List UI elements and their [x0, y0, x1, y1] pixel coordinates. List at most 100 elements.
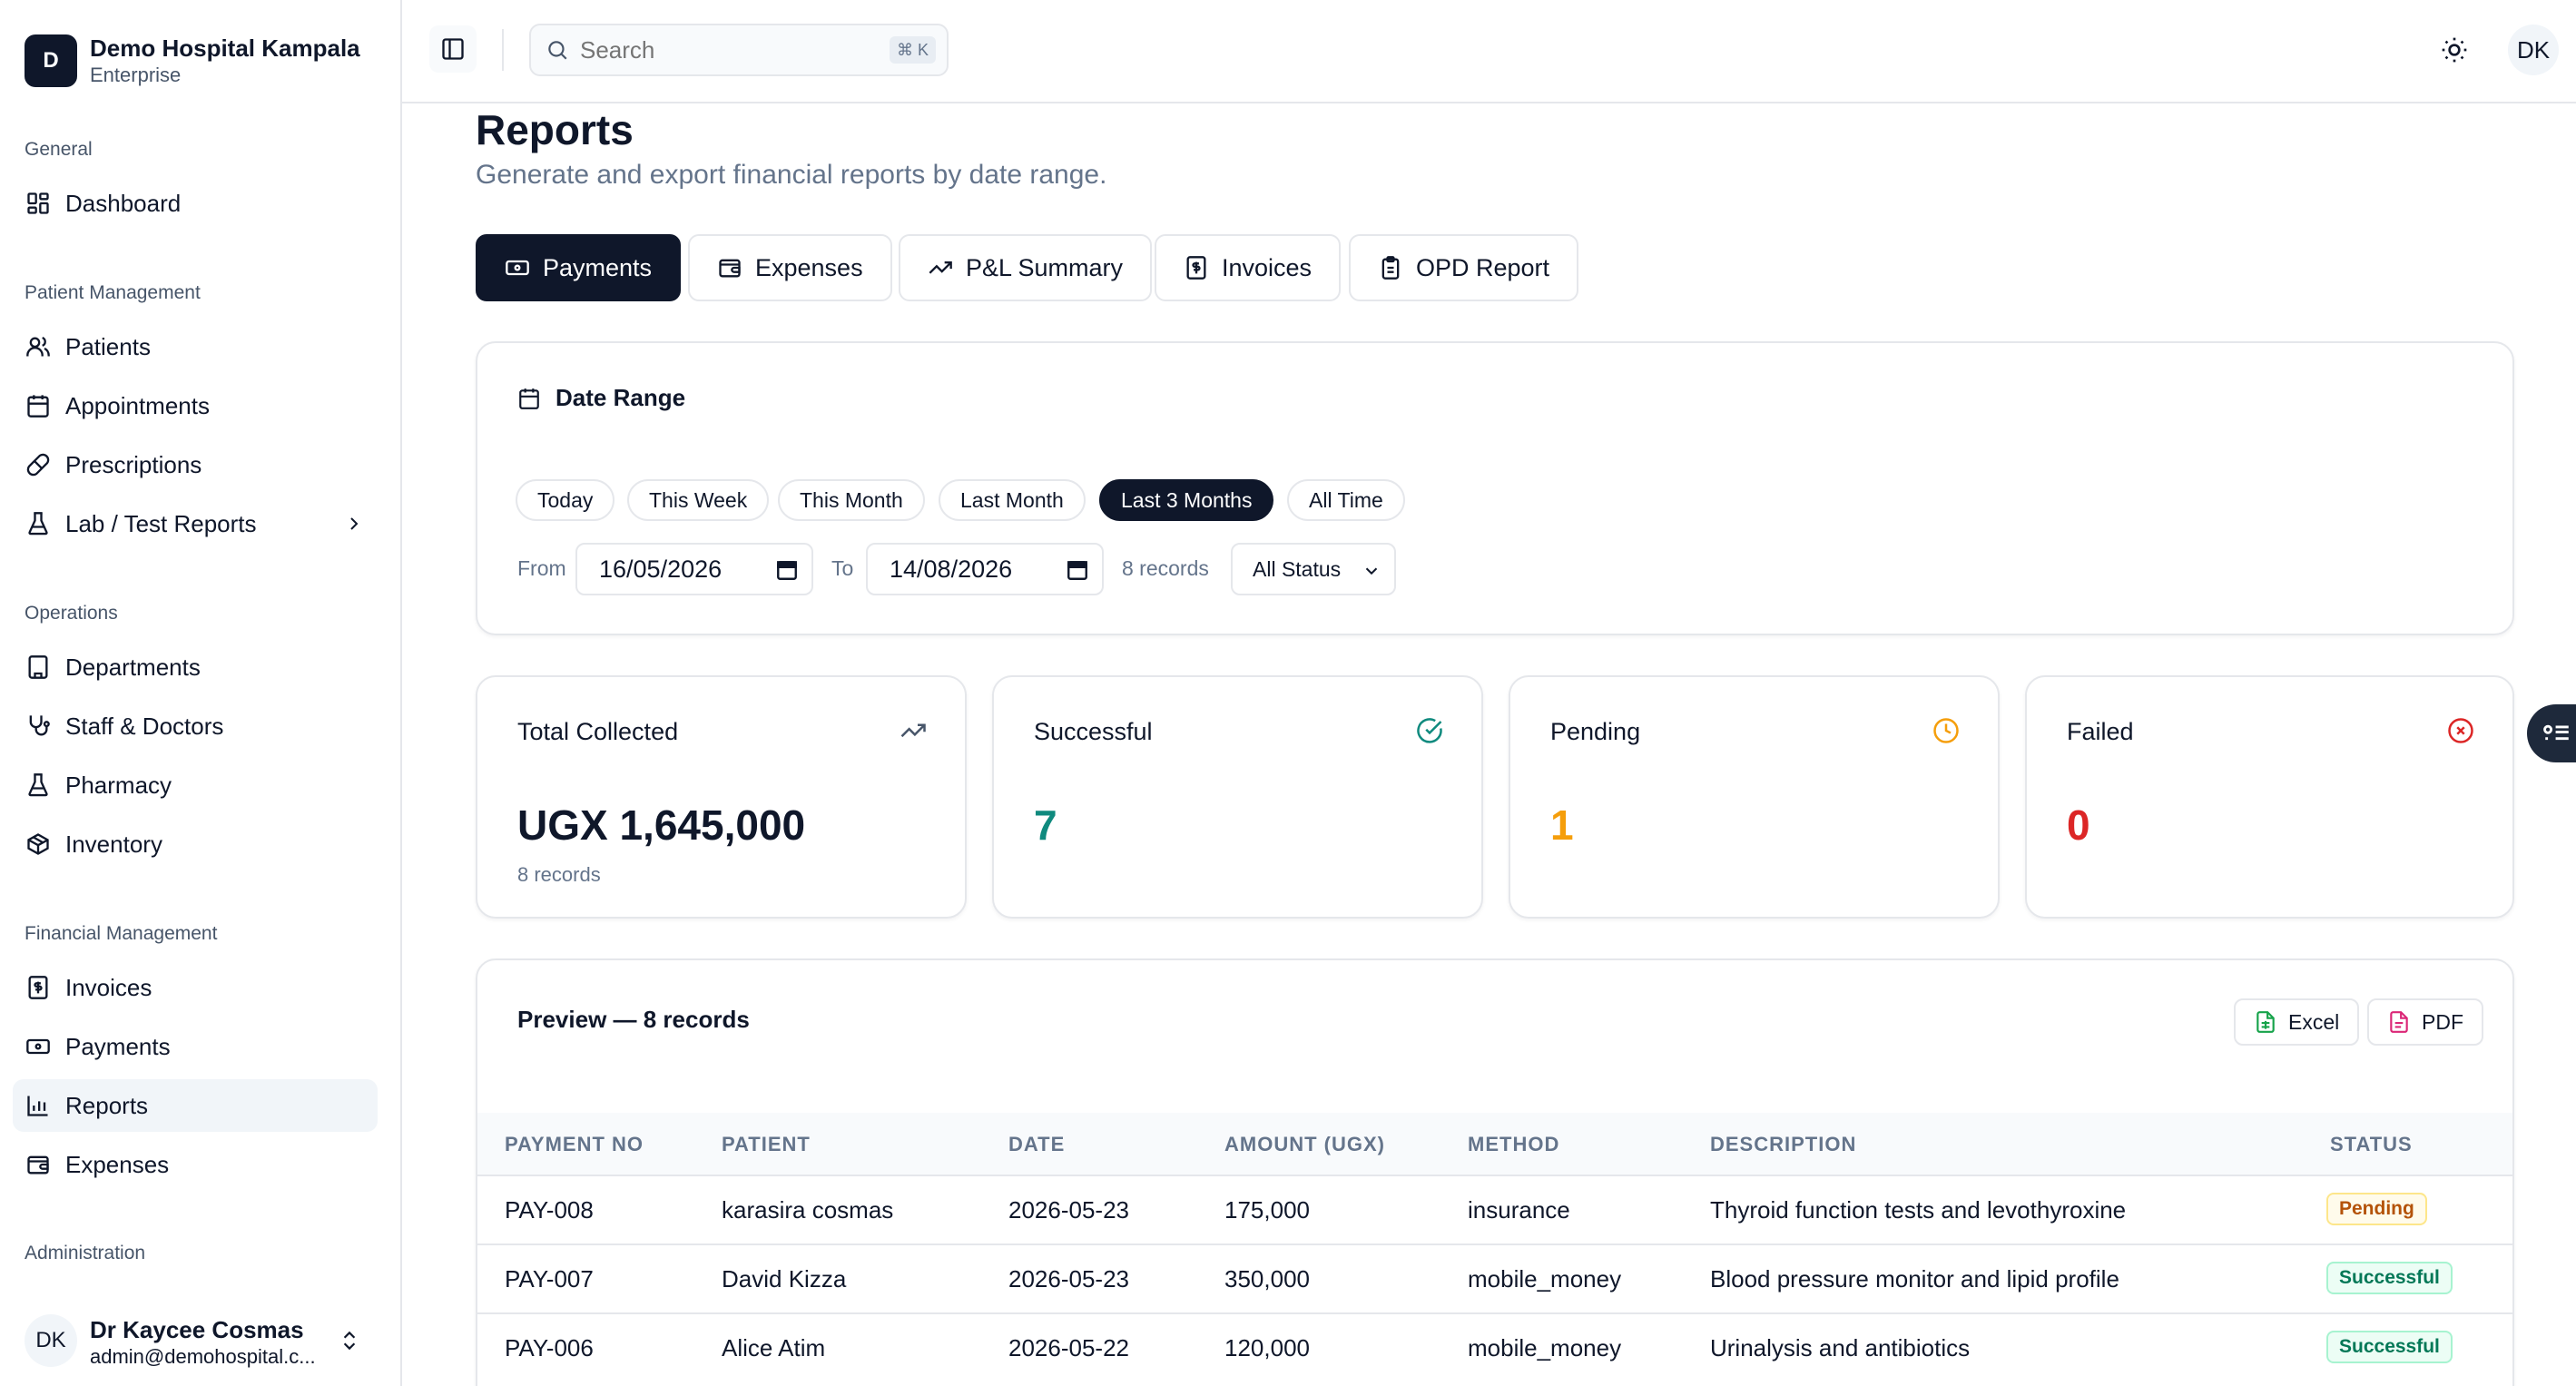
payment-description: Blood pressure monitor and lipid profile: [1710, 1265, 2119, 1293]
export-excel-button[interactable]: Excel: [2234, 998, 2360, 1046]
tab-payments[interactable]: Payments: [476, 234, 682, 301]
column-header[interactable]: PAYMENT NO: [505, 1133, 644, 1156]
stat-title: Total Collected: [517, 718, 679, 745]
file-spreadsheet-icon: [2256, 1011, 2275, 1033]
sidebar-item-appointments[interactable]: Appointments: [13, 379, 378, 432]
chevron-down-icon: [1365, 567, 1378, 575]
payment-amount: 350,000: [1224, 1265, 1310, 1293]
avatar: DK: [25, 1314, 77, 1367]
from-date-value: 16/05/2026: [599, 555, 723, 583]
payment-date: 2026-05-23: [1008, 1196, 1129, 1224]
org-name[interactable]: Demo Hospital Kampala: [90, 34, 360, 63]
chevrons-up-down-icon: [343, 1331, 356, 1351]
sidebar-item-label: Staff & Doctors: [65, 712, 224, 740]
org-logo: D: [25, 34, 77, 87]
nav-group-financial-management: Financial Management: [25, 923, 218, 944]
column-header[interactable]: STATUS: [2330, 1133, 2413, 1156]
tab-label: P&L Summary: [966, 253, 1124, 281]
bar-chart-icon: [27, 1096, 48, 1116]
sidebar-toggle-button[interactable]: [429, 25, 477, 73]
floating-panel-button[interactable]: [2527, 704, 2576, 762]
table-row[interactable]: PAY-006 Alice Atim 2026-05-22 120,000 mo…: [477, 1312, 2512, 1381]
table-row[interactable]: PAY-008 karasira cosmas 2026-05-23 175,0…: [477, 1175, 2512, 1243]
theme-toggle-button[interactable]: [2432, 27, 2477, 73]
panel-left-icon: [442, 38, 464, 60]
stat-title: Failed: [2067, 718, 2134, 745]
sidebar-item-payments[interactable]: Payments: [13, 1020, 378, 1073]
sidebar: D Demo Hospital Kampala Enterprise Gener…: [0, 0, 402, 1386]
banknote-icon: [26, 1038, 50, 1055]
user-menu[interactable]: DK Dr Kaycee Cosmas admin@demohospital.c…: [13, 1307, 378, 1378]
table-row[interactable]: PAY-007 David Kizza 2026-05-23 350,000 m…: [477, 1243, 2512, 1312]
sidebar-item-inventory[interactable]: Inventory: [13, 818, 378, 870]
sun-icon: [2442, 37, 2467, 63]
to-date-value: 14/08/2026: [890, 555, 1013, 583]
payment-description: Urinalysis and antibiotics: [1710, 1334, 1971, 1361]
status-badge: Successful: [2326, 1331, 2453, 1363]
sidebar-item-pharmacy[interactable]: Pharmacy: [13, 759, 378, 811]
preset-today[interactable]: Today: [516, 479, 615, 521]
to-date-input[interactable]: 14/08/2026: [866, 543, 1104, 595]
tab-expenses[interactable]: Expenses: [688, 234, 892, 301]
sidebar-item-label: Expenses: [65, 1150, 170, 1178]
sidebar-item-dashboard[interactable]: Dashboard: [13, 177, 378, 230]
chevron-right-icon: [350, 517, 359, 530]
stat-value: 7: [1034, 801, 1057, 849]
payment-date: 2026-05-22: [1008, 1334, 1129, 1361]
sidebar-item-expenses[interactable]: Expenses: [13, 1138, 378, 1191]
sidebar-item-prescriptions[interactable]: Prescriptions: [13, 438, 378, 491]
preset-this-week[interactable]: This Week: [627, 479, 770, 521]
stat-card-successful: Successful 7: [992, 675, 1483, 919]
preset-this-month[interactable]: This Month: [778, 479, 925, 521]
sidebar-item-label: Invoices: [65, 973, 152, 1001]
users-icon: [26, 336, 50, 357]
tab-opd-report[interactable]: OPD Report: [1349, 234, 1579, 301]
sidebar-item-patients[interactable]: Patients: [13, 320, 378, 373]
user-email: admin@demohospital.c...: [90, 1345, 316, 1368]
tab-pl-summary[interactable]: P&L Summary: [899, 234, 1153, 301]
sidebar-item-lab-test-reports[interactable]: Lab / Test Reports: [13, 497, 378, 550]
search-input[interactable]: ⌘ K: [529, 24, 949, 76]
search-field[interactable]: [580, 35, 852, 64]
column-header[interactable]: METHOD: [1468, 1133, 1559, 1156]
sidebar-item-reports[interactable]: Reports: [13, 1079, 378, 1132]
trending-up-icon: [929, 261, 952, 274]
payment-no: PAY-008: [505, 1196, 594, 1224]
sidebar-item-staff-doctors[interactable]: Staff & Doctors: [13, 700, 378, 752]
clock-icon: [1933, 718, 1959, 743]
tab-label: Invoices: [1222, 253, 1313, 281]
column-header[interactable]: DATE: [1008, 1133, 1065, 1156]
search-shortcut: ⌘ K: [889, 36, 936, 64]
receipt-icon: [28, 976, 48, 999]
tab-invoices[interactable]: Invoices: [1155, 234, 1342, 301]
from-date-input[interactable]: 16/05/2026: [575, 543, 813, 595]
status-badge: Successful: [2326, 1262, 2453, 1294]
banknote-icon: [506, 260, 529, 276]
preset-last-month[interactable]: Last Month: [939, 479, 1086, 521]
avatar[interactable]: DK: [2508, 25, 2559, 75]
column-header[interactable]: AMOUNT (UGX): [1224, 1133, 1385, 1156]
status-select-value: All Status: [1253, 556, 1342, 581]
preview-title: Preview — 8 records: [517, 1006, 750, 1033]
patient-name: karasira cosmas: [722, 1196, 894, 1224]
column-header[interactable]: PATIENT: [722, 1133, 811, 1156]
calendar-icon[interactable]: [775, 558, 799, 582]
divider: [502, 29, 504, 71]
preset-all-time[interactable]: All Time: [1287, 479, 1405, 521]
preset-last-3-months[interactable]: Last 3 Months: [1099, 479, 1274, 521]
sidebar-item-invoices[interactable]: Invoices: [13, 961, 378, 1014]
payment-method: insurance: [1468, 1196, 1570, 1224]
tab-label: OPD Report: [1416, 253, 1550, 281]
stat-card-pending: Pending 1: [1509, 675, 2000, 919]
calendar-icon[interactable]: [1066, 558, 1089, 582]
patient-name: Alice Atim: [722, 1334, 826, 1361]
sidebar-item-departments[interactable]: Departments: [13, 641, 378, 693]
sidebar-item-label: Reports: [65, 1091, 149, 1119]
payment-amount: 120,000: [1224, 1334, 1310, 1361]
export-pdf-button[interactable]: PDF: [2367, 998, 2483, 1046]
list-icon: [2543, 724, 2569, 741]
status-select[interactable]: All Status: [1231, 543, 1396, 595]
receipt-icon: [1186, 256, 1206, 280]
column-header[interactable]: DESCRIPTION: [1710, 1133, 1856, 1156]
patient-name: David Kizza: [722, 1265, 847, 1293]
